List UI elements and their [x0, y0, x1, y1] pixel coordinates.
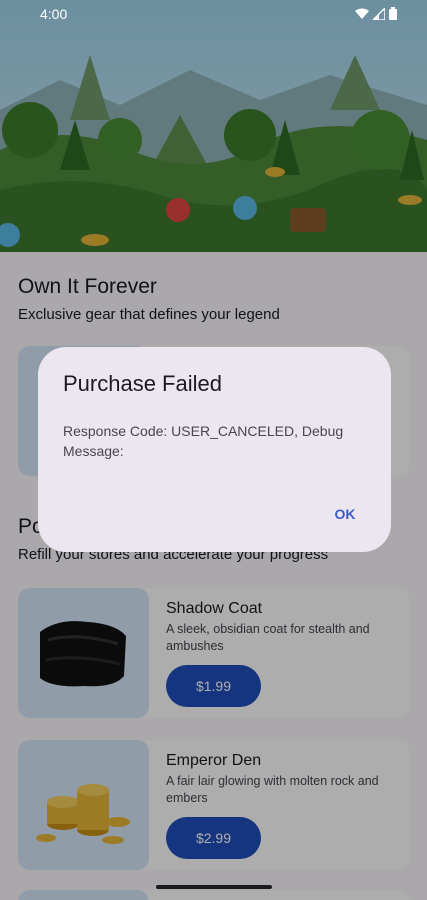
wifi-icon	[355, 8, 369, 19]
ok-button[interactable]: OK	[321, 497, 369, 531]
home-indicator[interactable]	[156, 885, 272, 889]
battery-icon	[389, 7, 397, 20]
dialog-message: Response Code: USER_CANCELED, Debug Mess…	[63, 423, 344, 459]
status-time: 4:00	[40, 6, 68, 22]
cell-signal-icon	[373, 7, 385, 20]
status-bar: 4:00	[0, 0, 427, 28]
purchase-failed-dialog: Purchase Failed Response Code: USER_CANC…	[38, 347, 391, 552]
status-icons	[355, 7, 397, 20]
dialog-title: Purchase Failed	[63, 371, 222, 396]
